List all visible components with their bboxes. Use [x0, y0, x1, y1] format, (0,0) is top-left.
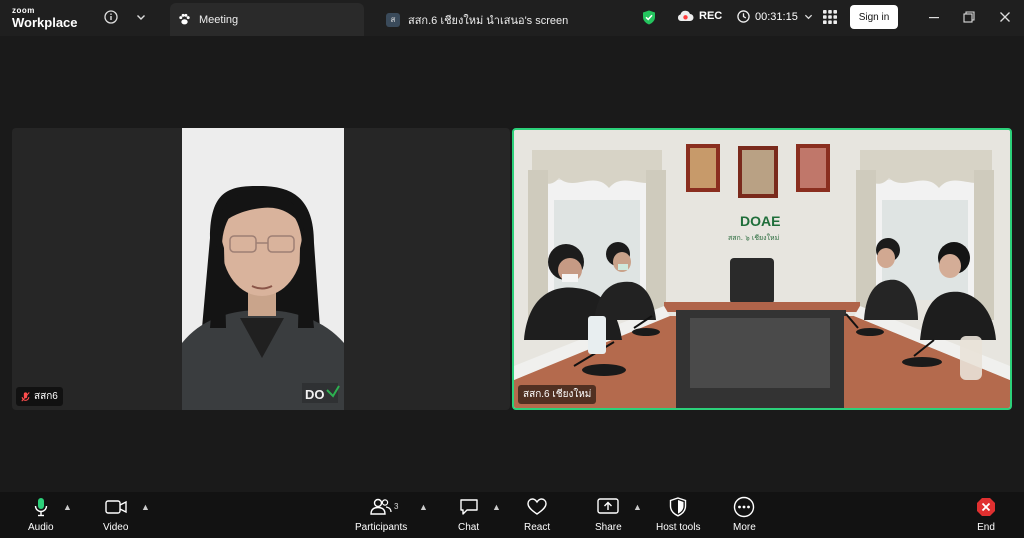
- zoom-logo: zoom Workplace: [12, 6, 78, 30]
- video-button[interactable]: Video: [103, 496, 128, 533]
- more-label: More: [733, 522, 756, 533]
- minimize-icon[interactable]: [926, 9, 942, 25]
- share-label: Share: [595, 522, 622, 533]
- rec-label: REC: [699, 10, 723, 22]
- shield-icon[interactable]: [640, 8, 658, 26]
- participant-1-name-chip: สสก6: [16, 387, 63, 406]
- participant-1-name: สสก6: [34, 391, 58, 402]
- heart-icon: [527, 496, 547, 518]
- chat-options-chevron-icon[interactable]: ▲: [492, 502, 501, 512]
- restore-icon[interactable]: [961, 9, 977, 25]
- audio-button[interactable]: Audio: [28, 496, 54, 533]
- microphone-icon: [34, 496, 48, 518]
- close-icon[interactable]: [997, 9, 1013, 25]
- video-camera-icon: [105, 496, 127, 518]
- react-button[interactable]: React: [524, 496, 550, 533]
- clock-icon: [737, 10, 750, 23]
- participant-2-name: สสก.6 เชียงใหม่: [523, 389, 592, 400]
- cloud-record-icon: [677, 10, 694, 21]
- logo-line-2: Workplace: [12, 15, 78, 30]
- react-label: React: [524, 522, 551, 533]
- video-tile-participant-2[interactable]: DOAE สสก. ๖ เชียงใหม่ สสก.6 เชียงใหม่: [512, 128, 1012, 410]
- screen-avatar-chip: ส: [386, 12, 400, 27]
- video-label: Video: [103, 522, 129, 533]
- timer-value: 00:31:15: [755, 10, 798, 23]
- share-button[interactable]: Share: [595, 496, 622, 533]
- title-bar: zoom Workplace Meeting ส สสก.6 เชียงใหม่…: [0, 0, 1024, 36]
- chat-bubble-icon: [459, 496, 479, 518]
- chat-button[interactable]: Chat: [458, 496, 479, 533]
- participants-options-chevron-icon[interactable]: ▲: [419, 502, 428, 512]
- more-button[interactable]: More: [733, 496, 756, 533]
- sign-in-button[interactable]: Sign in: [850, 5, 898, 29]
- video-tile-participant-1[interactable]: DO สสก6: [12, 128, 510, 410]
- more-dots-icon: [733, 496, 755, 518]
- host-tools-button[interactable]: Host tools: [656, 496, 700, 533]
- participant-1-video: DO: [182, 128, 344, 410]
- svg-text:DO: DO: [305, 387, 325, 402]
- end-meeting-icon: [976, 496, 996, 518]
- audio-label: Audio: [28, 522, 54, 533]
- grid-view-icon[interactable]: [821, 8, 839, 26]
- video-options-chevron-icon[interactable]: ▲: [141, 502, 150, 512]
- chat-label: Chat: [458, 522, 480, 533]
- audio-options-chevron-icon[interactable]: ▲: [63, 502, 72, 512]
- chevron-down-icon: [804, 14, 812, 20]
- tab-screen-label: สสก.6 เชียงใหม่ นำเสนอ's screen: [408, 14, 569, 27]
- chevron-down-icon[interactable]: [132, 8, 150, 26]
- share-options-chevron-icon[interactable]: ▲: [633, 502, 642, 512]
- paw-icon: [179, 13, 190, 25]
- participants-label: Participants: [355, 522, 408, 533]
- participants-icon: [370, 496, 392, 518]
- tab-meeting-label: Meeting: [199, 13, 239, 26]
- end-label: End: [977, 522, 995, 533]
- share-screen-icon: [597, 496, 620, 518]
- wall-logo: DOAE: [740, 213, 780, 229]
- mic-muted-icon: [21, 391, 30, 402]
- tab-meeting[interactable]: Meeting: [170, 3, 364, 36]
- recording-indicator[interactable]: REC: [676, 10, 722, 22]
- end-button[interactable]: End: [976, 496, 996, 533]
- participant-2-name-chip: สสก.6 เชียงใหม่: [518, 385, 597, 404]
- wall-subtitle: สสก. ๖ เชียงใหม่: [728, 233, 779, 242]
- participants-count: 3: [394, 502, 399, 511]
- shield-icon: [669, 496, 687, 518]
- meeting-toolbar: Audio ▲ Video ▲ Participants 3 ▲ Chat ▲: [0, 492, 1024, 538]
- host-tools-label: Host tools: [656, 522, 701, 533]
- meeting-info-icon[interactable]: [102, 8, 120, 26]
- meeting-timer[interactable]: 00:31:15: [737, 10, 813, 23]
- tab-shared-screen[interactable]: ส สสก.6 เชียงใหม่ นำเสนอ's screen: [384, 3, 634, 36]
- logo-line-1: zoom: [12, 6, 35, 15]
- participants-button[interactable]: Participants: [355, 496, 407, 533]
- participant-2-video: DOAE สสก. ๖ เชียงใหม่: [514, 130, 1010, 408]
- zoom-window: zoom Workplace Meeting ส สสก.6 เชียงใหม่…: [0, 0, 1024, 538]
